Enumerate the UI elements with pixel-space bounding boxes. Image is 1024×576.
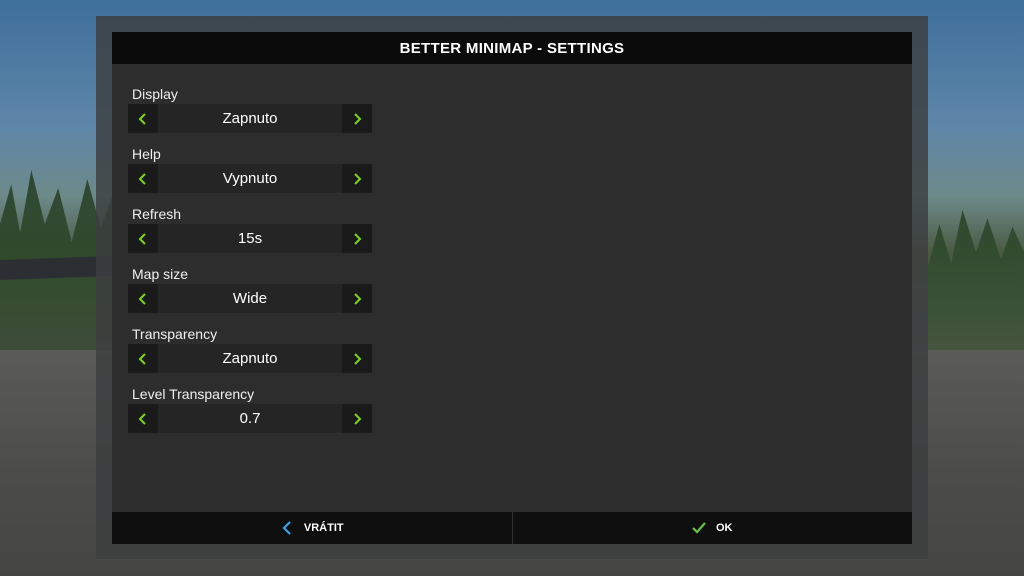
dialog-title: BETTER MINIMAP - SETTINGS <box>399 39 625 57</box>
display-stepper[interactable]: Zapnuto <box>128 104 372 133</box>
map-size-prev-button[interactable] <box>128 284 158 313</box>
chevron-right-icon <box>354 232 362 245</box>
settings-dialog: BETTER MINIMAP - SETTINGS Display Zapnut… <box>96 16 928 559</box>
back-button[interactable]: VRÁTIT <box>112 512 513 544</box>
ok-button-label: OK <box>716 522 733 534</box>
setting-refresh: Refresh 15s <box>128 204 372 264</box>
chevron-left-icon <box>138 172 146 185</box>
back-button-label: VRÁTIT <box>303 522 344 534</box>
checkmark-icon <box>692 522 706 534</box>
level-transparency-next-button[interactable] <box>342 404 372 433</box>
setting-help: Help Vypnuto <box>128 144 372 204</box>
settings-list: Display Zapnuto Help Vypnuto Refresh 15s… <box>128 84 372 444</box>
setting-label: Map size <box>132 266 189 282</box>
setting-value: Vypnuto <box>158 164 342 193</box>
transparency-prev-button[interactable] <box>128 344 158 373</box>
background-trees-right <box>928 210 1024 350</box>
chevron-right-icon <box>354 292 362 305</box>
dialog-panel: BETTER MINIMAP - SETTINGS Display Zapnut… <box>112 32 912 544</box>
chevron-right-icon <box>354 352 362 365</box>
setting-value: 15s <box>158 224 342 253</box>
chevron-left-icon <box>138 352 146 365</box>
dialog-titlebar: BETTER MINIMAP - SETTINGS <box>112 32 912 64</box>
transparency-stepper[interactable]: Zapnuto <box>128 344 372 373</box>
setting-label: Display <box>132 86 178 102</box>
dialog-footer: VRÁTIT OK <box>112 512 912 544</box>
chevron-left-icon <box>138 412 146 425</box>
display-prev-button[interactable] <box>128 104 158 133</box>
chevron-left-icon <box>138 112 146 125</box>
setting-label: Transparency <box>132 326 218 342</box>
setting-value: 0.7 <box>158 404 342 433</box>
refresh-next-button[interactable] <box>342 224 372 253</box>
chevron-right-icon <box>354 412 362 425</box>
help-stepper[interactable]: Vypnuto <box>128 164 372 193</box>
help-prev-button[interactable] <box>128 164 158 193</box>
level-transparency-stepper[interactable]: 0.7 <box>128 404 372 433</box>
setting-label: Level Transparency <box>132 386 255 402</box>
refresh-prev-button[interactable] <box>128 224 158 253</box>
refresh-stepper[interactable]: 15s <box>128 224 372 253</box>
setting-value: Wide <box>158 284 342 313</box>
setting-label: Refresh <box>132 206 182 222</box>
level-transparency-prev-button[interactable] <box>128 404 158 433</box>
transparency-next-button[interactable] <box>342 344 372 373</box>
display-next-button[interactable] <box>342 104 372 133</box>
help-next-button[interactable] <box>342 164 372 193</box>
setting-value: Zapnuto <box>158 344 342 373</box>
setting-map-size: Map size Wide <box>128 264 372 324</box>
setting-display: Display Zapnuto <box>128 84 372 144</box>
setting-transparency: Transparency Zapnuto <box>128 324 372 384</box>
setting-value: Zapnuto <box>158 104 342 133</box>
chevron-left-icon <box>138 292 146 305</box>
chevron-right-icon <box>354 172 362 185</box>
ok-button[interactable]: OK <box>513 512 913 544</box>
chevron-left-icon <box>138 232 146 245</box>
map-size-stepper[interactable]: Wide <box>128 284 372 313</box>
chevron-left-icon <box>282 521 291 535</box>
setting-label: Help <box>132 146 161 162</box>
chevron-right-icon <box>354 112 362 125</box>
setting-level-transparency: Level Transparency 0.7 <box>128 384 372 444</box>
map-size-next-button[interactable] <box>342 284 372 313</box>
